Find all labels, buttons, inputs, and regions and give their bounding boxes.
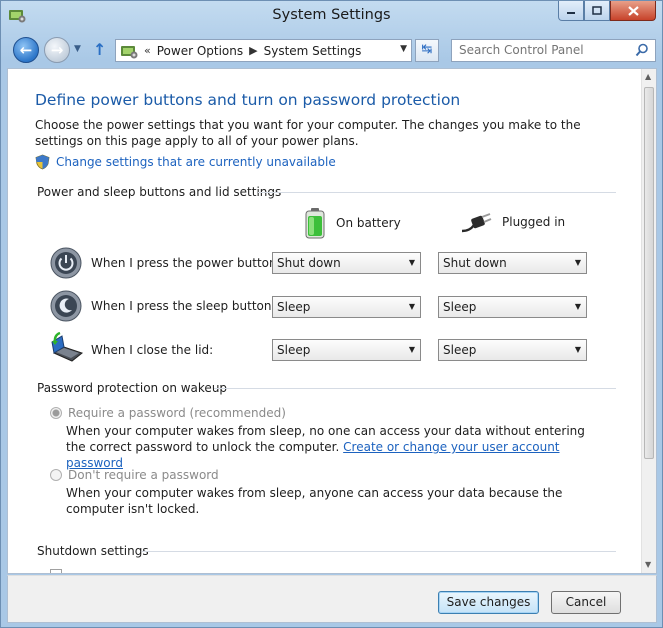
on-battery-column-header: On battery bbox=[304, 207, 401, 239]
page-description: Choose the power settings that you want … bbox=[35, 118, 581, 148]
change-unavailable-settings-link[interactable]: Change settings that are currently unava… bbox=[35, 154, 336, 170]
search-icon[interactable] bbox=[635, 43, 649, 57]
close-lid-battery-select[interactable]: Sleep ▼ bbox=[272, 339, 421, 361]
plugged-in-column-header: Plugged in bbox=[460, 211, 565, 233]
search-input[interactable] bbox=[459, 43, 629, 57]
scroll-down-icon[interactable]: ▼ bbox=[645, 560, 651, 569]
close-lid-battery-value: Sleep bbox=[277, 343, 311, 357]
shutdown-section-divider bbox=[142, 551, 616, 552]
power-plug-icon bbox=[461, 213, 492, 233]
vertical-scrollbar[interactable]: ▲ ▼ bbox=[641, 69, 656, 573]
close-lid-label: When I close the lid: bbox=[91, 343, 214, 357]
address-dropdown-icon[interactable]: ▼ bbox=[400, 44, 407, 54]
power-button-plugged-select[interactable]: Shut down ▼ bbox=[438, 252, 587, 274]
plugged-in-label: Plugged in bbox=[502, 215, 566, 229]
save-changes-button[interactable]: Save changes bbox=[438, 591, 539, 614]
sleep-button-plugged-select[interactable]: Sleep ▼ bbox=[438, 296, 587, 318]
power-button-battery-value: Shut down bbox=[277, 256, 341, 270]
require-password-label: Require a password (recommended) bbox=[68, 406, 286, 420]
close-lid-plugged-value: Sleep bbox=[443, 343, 477, 357]
power-section-title: Power and sleep buttons and lid settings bbox=[37, 185, 282, 199]
chevron-down-icon: ▼ bbox=[408, 258, 415, 267]
window: System Settings ← → ▼ ↑ « Power Options … bbox=[0, 0, 663, 628]
no-password-description: When your computer wakes from sleep, any… bbox=[66, 486, 563, 516]
cancel-button[interactable]: Cancel bbox=[551, 591, 621, 614]
arrow-left-icon: ← bbox=[19, 41, 33, 59]
scrollbar-thumb[interactable] bbox=[644, 87, 654, 459]
breadcrumb-power-options[interactable]: Power Options bbox=[157, 44, 243, 58]
up-arrow-icon[interactable]: ↑ bbox=[93, 40, 106, 59]
no-password-label: Don't require a password bbox=[68, 468, 219, 482]
power-button-plugged-value: Shut down bbox=[443, 256, 507, 270]
power-button-icon bbox=[50, 247, 82, 279]
sleep-button-label: When I press the sleep button: bbox=[91, 299, 276, 313]
page-title: Define power buttons and turn on passwor… bbox=[35, 91, 461, 109]
breadcrumb-system-settings[interactable]: System Settings bbox=[264, 44, 362, 58]
power-button-label: When I press the power button: bbox=[91, 256, 281, 270]
breadcrumb-separator-icon[interactable]: ▶ bbox=[249, 44, 257, 57]
navigation-bar: ← → ▼ ↑ « Power Options ▶ System Setting… bbox=[1, 34, 662, 66]
minimize-icon bbox=[567, 11, 575, 14]
control-panel-icon bbox=[121, 45, 138, 58]
shield-icon bbox=[35, 154, 50, 170]
maximize-button[interactable] bbox=[584, 1, 610, 21]
search-box[interactable] bbox=[451, 39, 656, 62]
chevron-down-icon: ▼ bbox=[408, 302, 415, 311]
refresh-icon: ↹ bbox=[421, 42, 433, 57]
password-section-title: Password protection on wakeup bbox=[37, 381, 228, 395]
chevron-down-icon: ▼ bbox=[574, 302, 581, 311]
require-password-option[interactable]: Require a password (recommended) bbox=[50, 406, 286, 420]
title-bar: System Settings bbox=[1, 1, 662, 33]
shutdown-option-checkbox[interactable] bbox=[50, 569, 62, 573]
chevron-down-icon: ▼ bbox=[408, 345, 415, 354]
footer-bar: Save changes Cancel bbox=[7, 575, 657, 623]
sleep-button-battery-value: Sleep bbox=[277, 300, 311, 314]
no-password-radio[interactable] bbox=[50, 469, 62, 481]
on-battery-label: On battery bbox=[336, 216, 401, 230]
power-section-divider bbox=[258, 192, 616, 193]
recent-pages-dropdown[interactable]: ▼ bbox=[74, 44, 81, 54]
address-bar[interactable]: « Power Options ▶ System Settings ▼ bbox=[115, 39, 412, 62]
back-button[interactable]: ← bbox=[13, 37, 39, 63]
require-password-radio[interactable] bbox=[50, 407, 62, 419]
sleep-button-icon bbox=[50, 290, 82, 322]
laptop-lid-icon bbox=[51, 331, 84, 362]
caption-buttons bbox=[558, 1, 656, 21]
minimize-button[interactable] bbox=[558, 1, 584, 21]
chevron-down-icon: ▼ bbox=[574, 258, 581, 267]
close-lid-plugged-select[interactable]: Sleep ▼ bbox=[438, 339, 587, 361]
maximize-icon bbox=[592, 6, 602, 15]
shutdown-section-title: Shutdown settings bbox=[37, 544, 149, 558]
no-password-option[interactable]: Don't require a password bbox=[50, 468, 219, 482]
close-button[interactable] bbox=[610, 1, 656, 21]
power-button-battery-select[interactable]: Shut down ▼ bbox=[272, 252, 421, 274]
arrow-right-icon: → bbox=[50, 41, 64, 59]
close-icon bbox=[627, 5, 639, 16]
breadcrumb-overflow[interactable]: « bbox=[144, 44, 151, 57]
change-unavailable-settings-label[interactable]: Change settings that are currently unava… bbox=[56, 155, 336, 169]
scroll-up-icon[interactable]: ▲ bbox=[645, 72, 651, 81]
sleep-button-plugged-value: Sleep bbox=[443, 300, 477, 314]
refresh-button[interactable]: ↹ bbox=[415, 39, 439, 62]
chevron-down-icon: ▼ bbox=[574, 345, 581, 354]
password-section-divider bbox=[214, 388, 616, 389]
forward-button[interactable]: → bbox=[44, 37, 70, 63]
sleep-button-battery-select[interactable]: Sleep ▼ bbox=[272, 296, 421, 318]
require-password-description: When your computer wakes from sleep, no … bbox=[66, 423, 606, 471]
battery-icon bbox=[305, 208, 325, 239]
content-pane: Define power buttons and turn on passwor… bbox=[7, 68, 657, 574]
